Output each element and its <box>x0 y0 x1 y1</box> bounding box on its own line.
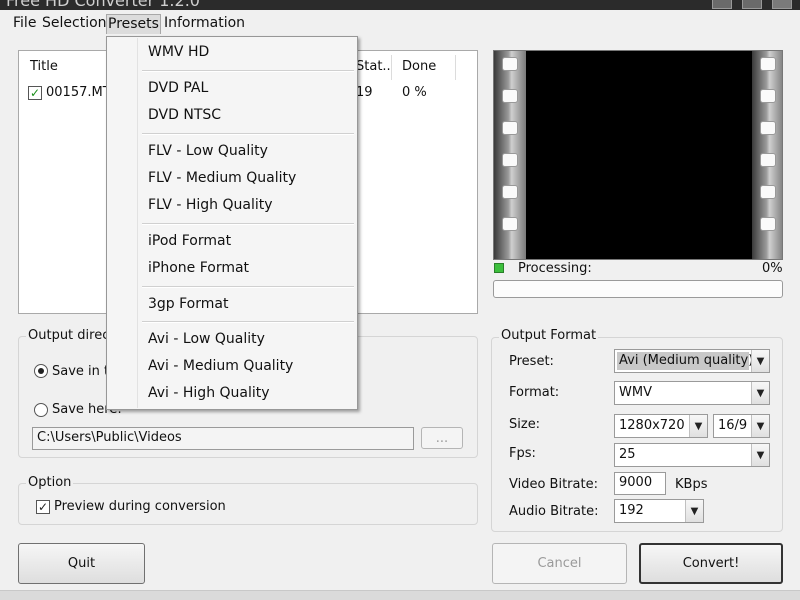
sprocket-icon <box>760 185 776 199</box>
sprocket-icon <box>502 153 518 167</box>
video-preview <box>493 50 783 260</box>
preset-item-iphone[interactable]: iPhone Format <box>108 256 356 280</box>
progress-bar <box>493 280 783 298</box>
maximize-button[interactable] <box>742 0 762 9</box>
preset-select[interactable]: Avi (Medium quality) ▼ <box>614 349 770 373</box>
sprocket-icon <box>502 89 518 103</box>
menu-selection[interactable]: Selection <box>41 14 108 34</box>
chevron-down-icon[interactable]: ▼ <box>689 415 707 437</box>
audio-bitrate-label: Audio Bitrate: <box>509 504 599 519</box>
fps-label: Fps: <box>509 446 536 461</box>
preset-item-avi-high[interactable]: Avi - High Quality <box>108 381 356 405</box>
preset-item-3gp[interactable]: 3gp Format <box>108 292 356 316</box>
video-bitrate-unit: KBps <box>675 477 708 492</box>
aspect-value: 16/9 <box>718 418 748 433</box>
format-value: WMV <box>619 385 652 400</box>
save-in-label[interactable]: Save in t <box>52 364 109 379</box>
sprocket-icon <box>760 89 776 103</box>
browse-button[interactable]: ... <box>421 427 463 449</box>
preset-item-dvd-pal[interactable]: DVD PAL <box>108 76 356 100</box>
sprocket-icon <box>760 57 776 71</box>
menu-separator <box>142 133 354 135</box>
sprocket-icon <box>502 121 518 135</box>
output-path-field[interactable]: C:\Users\Public\Videos <box>32 427 414 450</box>
menu-file[interactable]: File <box>12 14 37 34</box>
save-here-radio[interactable] <box>34 403 48 417</box>
menu-separator <box>142 70 354 72</box>
preset-item-flv-low[interactable]: FLV - Low Quality <box>108 139 356 163</box>
audio-bitrate-select[interactable]: 192 ▼ <box>614 499 704 523</box>
preset-item-ipod[interactable]: iPod Format <box>108 229 356 253</box>
fps-select[interactable]: 25 ▼ <box>614 443 770 467</box>
status-led-icon <box>494 263 504 273</box>
size-label: Size: <box>509 417 541 432</box>
window-title: Free HD Converter 1.2.0 <box>6 0 200 10</box>
chevron-down-icon[interactable]: ▼ <box>751 350 769 372</box>
video-bitrate-label: Video Bitrate: <box>509 477 598 492</box>
preview-label[interactable]: Preview during conversion <box>54 499 226 514</box>
title-bar: Free HD Converter 1.2.0 <box>0 0 800 10</box>
sprocket-icon <box>760 121 776 135</box>
video-bitrate-field[interactable]: 9000 <box>614 472 666 495</box>
size-select[interactable]: 1280x720 ▼ <box>614 414 708 438</box>
aspect-select[interactable]: 16/9 ▼ <box>713 414 770 438</box>
menu-separator <box>142 286 354 288</box>
menu-separator <box>142 321 354 323</box>
menu-separator <box>142 223 354 225</box>
option-legend: Option <box>26 475 74 490</box>
column-header-done[interactable]: Done <box>392 55 456 80</box>
chevron-down-icon[interactable]: ▼ <box>751 415 769 437</box>
row-status: 19 <box>356 85 373 100</box>
sprocket-icon <box>502 185 518 199</box>
format-select[interactable]: WMV ▼ <box>614 381 770 405</box>
preset-item-dvd-ntsc[interactable]: DVD NTSC <box>108 103 356 127</box>
save-in-radio[interactable] <box>34 364 48 378</box>
sprocket-icon <box>502 217 518 231</box>
chevron-down-icon[interactable]: ▼ <box>751 382 769 404</box>
sprocket-icon <box>502 57 518 71</box>
close-button[interactable] <box>772 0 792 9</box>
processing-label: Processing: <box>518 261 592 276</box>
preset-value: Avi (Medium quality) <box>617 352 754 370</box>
processing-percent: 0% <box>762 261 783 276</box>
row-done: 0 % <box>402 85 427 100</box>
row-checkbox[interactable]: ✓ <box>28 86 42 100</box>
chevron-down-icon[interactable]: ▼ <box>751 444 769 466</box>
menu-bar: File Selection Presets Information <box>0 10 800 36</box>
audio-bitrate-value: 192 <box>619 503 644 518</box>
menu-presets[interactable]: Presets <box>106 14 161 34</box>
sprocket-icon <box>760 153 776 167</box>
quit-button[interactable]: Quit <box>18 543 145 584</box>
minimize-button[interactable] <box>712 0 732 9</box>
preset-item-flv-high[interactable]: FLV - High Quality <box>108 193 356 217</box>
preset-item-avi-medium[interactable]: Avi - Medium Quality <box>108 354 356 378</box>
preset-item-flv-medium[interactable]: FLV - Medium Quality <box>108 166 356 190</box>
format-label: Format: <box>509 385 560 400</box>
output-format-legend: Output Format <box>499 328 599 343</box>
menu-information[interactable]: Information <box>163 14 246 34</box>
status-strip <box>0 590 800 600</box>
chevron-down-icon[interactable]: ▼ <box>685 500 703 522</box>
output-directory-legend: Output direct <box>26 328 117 343</box>
size-value: 1280x720 <box>619 418 685 433</box>
preview-checkbox[interactable]: ✓ <box>36 500 50 514</box>
sprocket-icon <box>760 217 776 231</box>
fps-value: 25 <box>619 447 636 462</box>
convert-button[interactable]: Convert! <box>639 543 783 584</box>
row-title: 00157.MT <box>46 85 111 100</box>
preset-item-avi-low[interactable]: Avi - Low Quality <box>108 327 356 351</box>
cancel-button[interactable]: Cancel <box>492 543 627 584</box>
preset-item-wmv-hd[interactable]: WMV HD <box>108 40 356 64</box>
preset-label: Preset: <box>509 354 554 369</box>
